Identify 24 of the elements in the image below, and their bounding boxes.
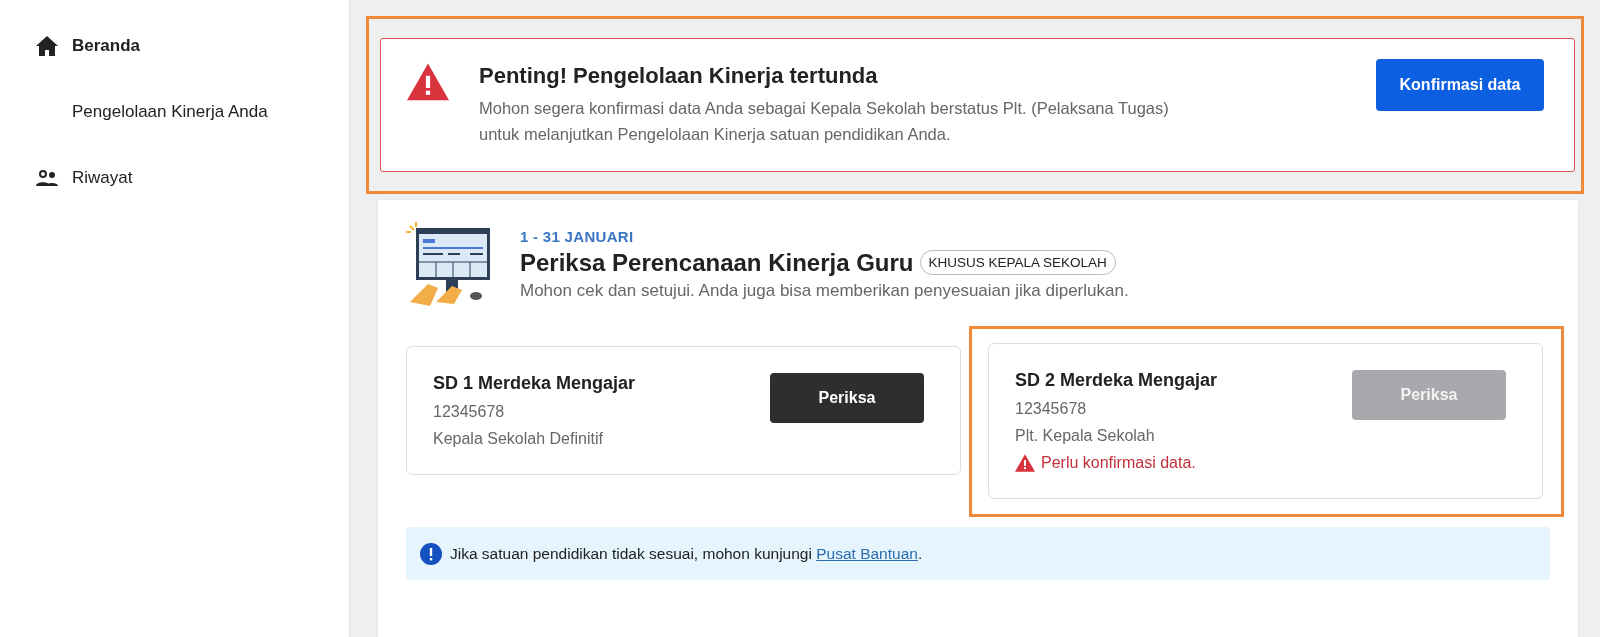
school-role: Kepala Sekolah Definitif: [433, 430, 604, 448]
school-id: 12345678: [433, 403, 506, 421]
warning-icon: [1015, 454, 1035, 472]
school-name: SD 1 Merdeka Mengajar: [433, 373, 636, 394]
alert-message: Mohon segera konfirmasi data Anda sebagai Kepala Sekolah berstatus Plt. (Pelaksana Tugas) untuk melanjutkan Pengelolaan Kinerja satuan pendidikan Anda.: [479, 98, 1170, 145]
alert-title: Penting! Pengelolaan Kinerja tertunda: [479, 63, 879, 89]
date-range: 1 - 31 JANUARI: [520, 227, 635, 245]
sidebar-item[interactable]: Riwayat: [36, 162, 349, 194]
people-icon: [36, 170, 58, 186]
school-id: 12345678: [1015, 400, 1088, 418]
sidebar-item[interactable]: Pengelolaan Kinerja Anda: [36, 96, 349, 128]
help-center-link[interactable]: Pusat Bantuan: [816, 544, 918, 562]
info-icon: [420, 542, 442, 565]
school-name: SD 2 Merdeka Mengajar: [1015, 370, 1218, 391]
warning-icon: [407, 63, 449, 101]
confirm-data-button[interactable]: Konfirmasi data: [1376, 59, 1544, 111]
warning-text: Perlu konfirmasi data.: [1041, 454, 1196, 472]
task-title: Periksa Perencanaan Kinerja Guru: [520, 248, 914, 277]
school-role: Plt. Kepala Sekolah: [1015, 427, 1156, 445]
info-text: Jika satuan pendidikan tidak sesuai, mohon kunjungi Pusat Bantuan.: [450, 544, 923, 563]
task-description: Mohon cek dan setujui. Anda juga bisa memberikan penyesuaian jika diperlukan.: [520, 280, 1129, 301]
check-button[interactable]: Periksa: [770, 373, 924, 423]
home-icon: [36, 36, 58, 56]
sidebar-item[interactable]: Beranda: [36, 30, 349, 62]
